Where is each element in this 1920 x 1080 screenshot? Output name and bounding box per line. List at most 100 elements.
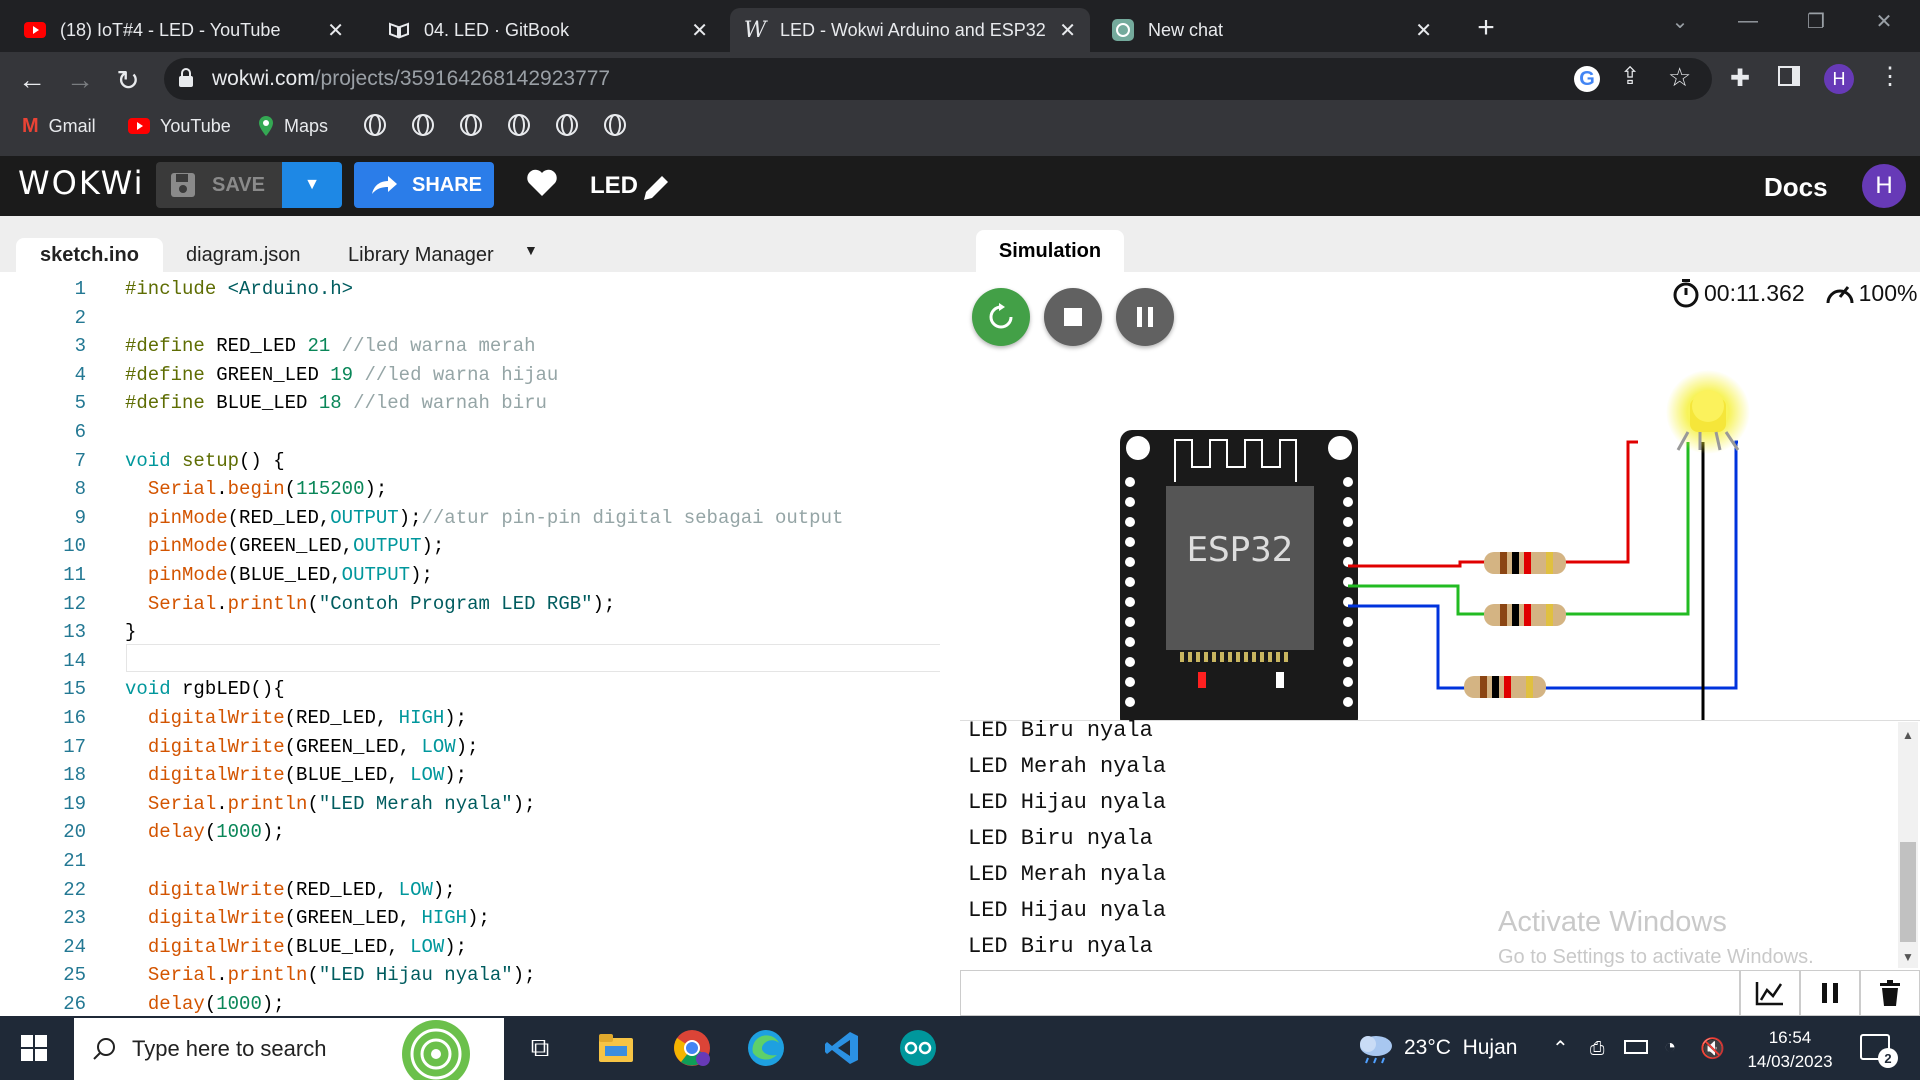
- task-view-icon[interactable]: ⧉: [516, 1024, 564, 1072]
- back-arrow-icon[interactable]: ←: [12, 60, 52, 100]
- serial-input[interactable]: [960, 970, 1740, 1016]
- serial-pause-button[interactable]: [1800, 970, 1860, 1016]
- bookmark-star-icon[interactable]: ☆: [1668, 62, 1691, 93]
- code-line: Serial.println("LED Hijau nyala");: [147, 964, 536, 986]
- google-lens-icon[interactable]: G: [1574, 66, 1600, 92]
- side-panel-icon[interactable]: [1778, 66, 1800, 86]
- share-page-icon[interactable]: ⇪: [1620, 62, 1640, 91]
- tab-menu-caret-icon[interactable]: ▼: [524, 242, 538, 258]
- taskbar-search[interactable]: Type here to search: [74, 1018, 504, 1080]
- tab-title: New chat: [1148, 19, 1224, 40]
- bookmark-gmail[interactable]: M Gmail: [22, 112, 96, 140]
- system-clock[interactable]: 16:54 14/03/2023: [1740, 1026, 1840, 1074]
- close-icon[interactable]: ✕: [1059, 18, 1076, 43]
- arduino-icon[interactable]: [894, 1024, 942, 1072]
- code-line: }: [125, 621, 137, 643]
- caret-down-icon: ▼: [304, 176, 320, 193]
- globe-icon[interactable]: [412, 114, 434, 136]
- browser-tab-wokwi[interactable]: W LED - Wokwi Arduino and ESP32 ✕: [730, 8, 1090, 52]
- line-number: 21: [63, 850, 86, 872]
- file-explorer-icon[interactable]: [592, 1024, 640, 1072]
- meet-now-icon[interactable]: ⎙: [1590, 1038, 1604, 1059]
- wokwi-logo[interactable]: WOKWi: [18, 164, 145, 202]
- lock-icon: [178, 68, 194, 88]
- current-line-highlight: [126, 644, 940, 672]
- project-name[interactable]: LED: [590, 172, 638, 200]
- chrome-icon[interactable]: [668, 1024, 716, 1072]
- line-number: 25: [63, 964, 86, 986]
- close-icon[interactable]: ✕: [327, 18, 344, 43]
- chevron-up-icon[interactable]: ⌃: [1552, 1036, 1569, 1061]
- share-button[interactable]: SHARE: [354, 162, 494, 208]
- bookmark-maps[interactable]: Maps: [258, 112, 328, 140]
- code-line: #define RED_LED 21 //led warna merah: [125, 335, 536, 357]
- battery-icon[interactable]: [1624, 1040, 1648, 1054]
- globe-icon[interactable]: [604, 114, 626, 136]
- plotter-button[interactable]: [1740, 970, 1800, 1016]
- line-number: 7: [74, 450, 86, 472]
- youtube-icon: [128, 118, 150, 134]
- tab-simulation[interactable]: Simulation: [976, 230, 1124, 272]
- save-label: SAVE: [212, 173, 265, 196]
- code-line: void rgbLED(){: [125, 678, 285, 700]
- browser-tab-gitbook[interactable]: 04. LED · GitBook ✕: [374, 8, 722, 52]
- globe-icon[interactable]: [460, 114, 482, 136]
- docs-link[interactable]: Docs: [1764, 172, 1828, 203]
- forward-arrow-icon[interactable]: →: [60, 60, 100, 100]
- tab-diagram-json[interactable]: diagram.json: [186, 238, 301, 272]
- bookmark-label: YouTube: [160, 115, 231, 136]
- bookmark-youtube[interactable]: YouTube: [128, 112, 231, 140]
- vscode-icon[interactable]: [818, 1024, 866, 1072]
- windows-start-icon[interactable]: [10, 1024, 58, 1072]
- restore-icon[interactable]: ❐: [1796, 6, 1836, 36]
- line-number: 18: [63, 764, 86, 786]
- close-icon[interactable]: ✕: [1415, 18, 1432, 43]
- pencil-edit-icon[interactable]: [640, 172, 672, 209]
- volume-muted-icon[interactable]: 🔇: [1700, 1036, 1725, 1061]
- weather-widget[interactable]: 23°C Hujan: [1356, 1032, 1517, 1064]
- activate-windows-subtitle: Go to Settings to activate Windows.: [1498, 946, 1814, 968]
- url-text[interactable]: wokwi.com/projects/359164268142923777: [212, 67, 610, 91]
- code-line: pinMode(BLUE_LED,OUTPUT);: [147, 564, 433, 586]
- scroll-down-icon[interactable]: ▼: [1902, 950, 1914, 964]
- close-icon[interactable]: ✕: [691, 18, 708, 43]
- minimize-icon[interactable]: —: [1728, 6, 1768, 36]
- tab-library-manager[interactable]: Library Manager: [348, 238, 494, 272]
- profile-avatar[interactable]: H: [1824, 64, 1854, 94]
- tab-title: 04. LED · GitBook: [424, 19, 570, 40]
- save-button[interactable]: SAVE: [156, 162, 282, 208]
- edge-icon[interactable]: [742, 1024, 790, 1072]
- code-line: digitalWrite(BLUE_LED, LOW);: [147, 764, 468, 786]
- extensions-puzzle-icon[interactable]: ✚: [1730, 64, 1750, 93]
- heart-icon[interactable]: [526, 168, 558, 203]
- globe-icon[interactable]: [508, 114, 530, 136]
- wifi-icon[interactable]: ◔: [1664, 1036, 1676, 1059]
- line-number: 4: [74, 364, 86, 386]
- code-line: #define BLUE_LED 18 //led warnah biru: [125, 392, 547, 414]
- wokwi-icon: W: [743, 17, 767, 43]
- globe-icon[interactable]: [556, 114, 578, 136]
- bookmark-label: Maps: [284, 115, 329, 136]
- reload-icon[interactable]: ↻: [108, 60, 148, 100]
- code-editor[interactable]: 1 2 3 4 5 6 7 8 9 10 11 12 13 14 15 16 1…: [0, 272, 940, 1016]
- globe-icon[interactable]: [364, 114, 386, 136]
- clear-serial-button[interactable]: [1860, 970, 1920, 1016]
- scroll-up-icon[interactable]: ▲: [1902, 728, 1914, 742]
- browser-tab-youtube[interactable]: (18) IoT#4 - LED - YouTube ✕: [10, 8, 358, 52]
- share-label: SHARE: [412, 173, 483, 196]
- tab-sketch-ino[interactable]: sketch.ino: [16, 238, 163, 272]
- save-dropdown-button[interactable]: ▼: [282, 162, 342, 208]
- window-close-icon[interactable]: ✕: [1864, 6, 1904, 36]
- new-tab-button[interactable]: +: [1466, 8, 1506, 48]
- browser-tab-chat[interactable]: New chat ✕: [1098, 8, 1446, 52]
- user-avatar[interactable]: H: [1862, 164, 1906, 208]
- code-line: Serial.println("Contoh Program LED RGB")…: [147, 593, 616, 615]
- tab-search-chevron-icon[interactable]: ⌄: [1660, 6, 1700, 36]
- serial-line: LED Biru nyala: [968, 718, 1153, 743]
- browser-menu-icon[interactable]: ⋮: [1878, 62, 1902, 91]
- code-line: digitalWrite(GREEN_LED, LOW);: [147, 736, 479, 758]
- line-number: 26: [63, 993, 86, 1015]
- share-arrow-icon: [370, 174, 398, 196]
- scrollbar-thumb[interactable]: [1900, 842, 1916, 942]
- url-path: /projects/359164268142923777: [314, 67, 611, 90]
